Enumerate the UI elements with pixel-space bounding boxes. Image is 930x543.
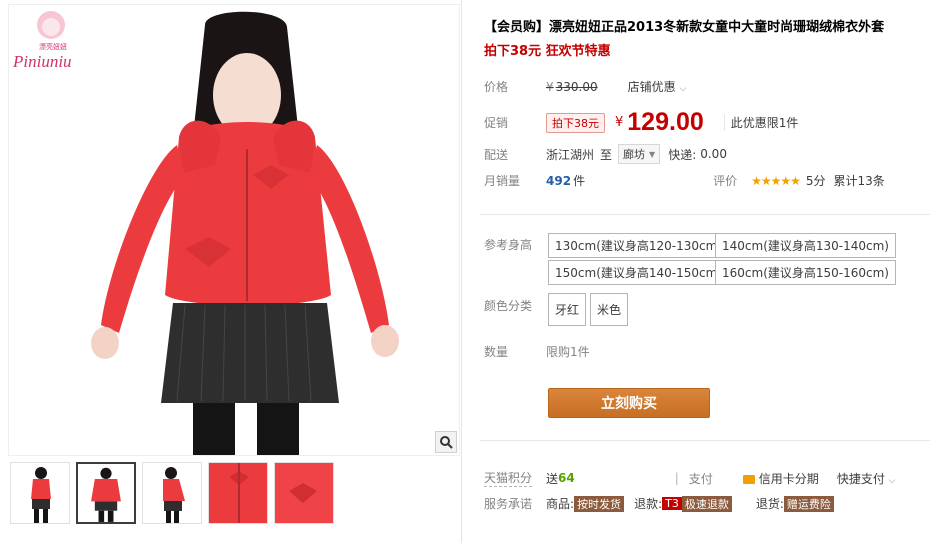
promo-price: 129.00: [627, 108, 704, 136]
sales-row: 月销量 492 件 评价 ★★★★★ 5分 累计13条: [484, 172, 885, 189]
credit-installment[interactable]: 信用卡分期: [742, 470, 819, 487]
shipping-label: 配送: [484, 147, 509, 162]
girl-in-red-jacket-photo: Piniuniu 漂亮妞妞: [9, 5, 459, 455]
points-label[interactable]: 天猫积分: [484, 469, 533, 487]
color-label: 颜色分类: [484, 299, 533, 313]
service-row: 服务承诺 商品: 按时发货 退款: T3 极速退款 退货: 赠运费险: [484, 495, 834, 512]
quantity-limit: 限购1件: [546, 345, 590, 359]
service-label: 服务承诺: [484, 497, 533, 511]
thumbnail-1[interactable]: [10, 462, 70, 524]
return-label: 退货:: [755, 497, 784, 511]
size-option-140[interactable]: 140cm(建议身高130-140cm): [715, 233, 896, 258]
original-price: ¥330.00: [546, 79, 598, 94]
t3-icon: T3: [662, 497, 682, 510]
promo-label: 促销: [484, 116, 509, 130]
rating-score: 5分: [805, 174, 826, 188]
thumbnail-2[interactable]: [76, 462, 136, 524]
svg-text:漂亮妞妞: 漂亮妞妞: [39, 42, 67, 51]
main-product-image[interactable]: Piniuniu 漂亮妞妞: [8, 4, 460, 456]
quantity-row: 数量 限购1件: [484, 343, 590, 360]
ship-to-word: 至: [600, 147, 613, 162]
on-time-shipping-badge[interactable]: 按时发货: [574, 495, 625, 512]
thumbnail-3[interactable]: [142, 462, 202, 524]
rating-label: 评价: [713, 174, 738, 188]
sales-label: 月销量: [484, 174, 521, 188]
rating-stars-icon: ★★★★★: [751, 173, 801, 188]
ship-fee: 0.00: [700, 147, 727, 161]
sales-count: 492: [546, 173, 572, 188]
fast-refund-badge[interactable]: 极速退款: [681, 495, 732, 512]
buy-now-button[interactable]: 立刻购买: [548, 388, 710, 418]
yen-sign: ¥: [615, 115, 624, 130]
chevron-down-icon: ⌵: [679, 84, 687, 94]
credit-card-icon: [742, 474, 755, 484]
review-count-link[interactable]: 累计13条: [834, 172, 885, 189]
separator: |: [674, 471, 679, 485]
promo-row: 促销 拍下38元 ¥ 129.00 此优惠限1件: [484, 108, 798, 137]
city-select[interactable]: 廊坊 ▼: [618, 144, 661, 164]
size-label-row: 参考身高: [484, 236, 546, 253]
points-value: 64: [558, 471, 575, 485]
product-subtitle: 拍下38元 狂欢节特惠: [484, 44, 611, 59]
promo-limit: 此优惠限1件: [723, 114, 798, 131]
product-title: 【会员购】漂亮妞妞正品2013冬新款女童中大童时尚珊瑚绒棉衣外套: [484, 20, 885, 35]
shipping-insurance-badge[interactable]: 赠运费险: [783, 495, 834, 512]
quantity-label: 数量: [484, 345, 509, 359]
ship-from: 浙江湖州: [546, 147, 595, 162]
price-label: 价格: [484, 80, 509, 94]
triangle-down-icon: ▼: [649, 149, 656, 159]
price-row: 价格 ¥330.00 店铺优惠 ⌵: [484, 78, 686, 95]
ship-fee-label: 快递:: [668, 147, 697, 162]
divider: [480, 440, 930, 441]
size-option-130[interactable]: 130cm(建议身高120-130cm): [548, 233, 729, 258]
shop-promo-dropdown[interactable]: 店铺优惠 ⌵: [628, 78, 687, 95]
divider: [480, 214, 930, 215]
color-option-red[interactable]: 牙红: [548, 293, 587, 326]
color-option-beige[interactable]: 米色: [590, 293, 629, 326]
payment-label: 支付: [688, 471, 713, 486]
size-option-160[interactable]: 160cm(建议身高150-160cm): [715, 260, 896, 285]
chevron-down-icon: ⌵: [888, 475, 896, 486]
promo-tag: 拍下38元: [546, 112, 605, 133]
thumbnail-5[interactable]: [274, 462, 334, 524]
zoom-icon[interactable]: [435, 431, 457, 453]
thumbnail-4[interactable]: [208, 462, 268, 524]
thumbnail-strip: [10, 462, 334, 524]
size-option-150[interactable]: 150cm(建议身高140-150cm): [548, 260, 729, 285]
product-info: 【会员购】漂亮妞妞正品2013冬新款女童中大童时尚珊瑚绒棉衣外套 拍下38元 狂…: [472, 0, 930, 543]
points-row: 天猫积分 送 64 | 支付 信用卡分期 快捷支付 ⌵: [484, 469, 895, 487]
color-label-row: 颜色分类: [484, 297, 546, 314]
points-send: 送: [546, 471, 559, 486]
refund-label: 退款:: [634, 497, 663, 511]
size-label: 参考身高: [484, 238, 533, 252]
sales-unit: 件: [573, 174, 586, 188]
shipping-row: 配送 浙江湖州 至 廊坊 ▼ 快递: 0.00: [484, 144, 727, 164]
svg-text:Piniuniu: Piniuniu: [12, 52, 72, 71]
quick-pay-dropdown[interactable]: 快捷支付 ⌵: [837, 470, 896, 487]
goods-label: 商品:: [546, 497, 575, 511]
product-gallery: Piniuniu 漂亮妞妞: [0, 0, 462, 543]
